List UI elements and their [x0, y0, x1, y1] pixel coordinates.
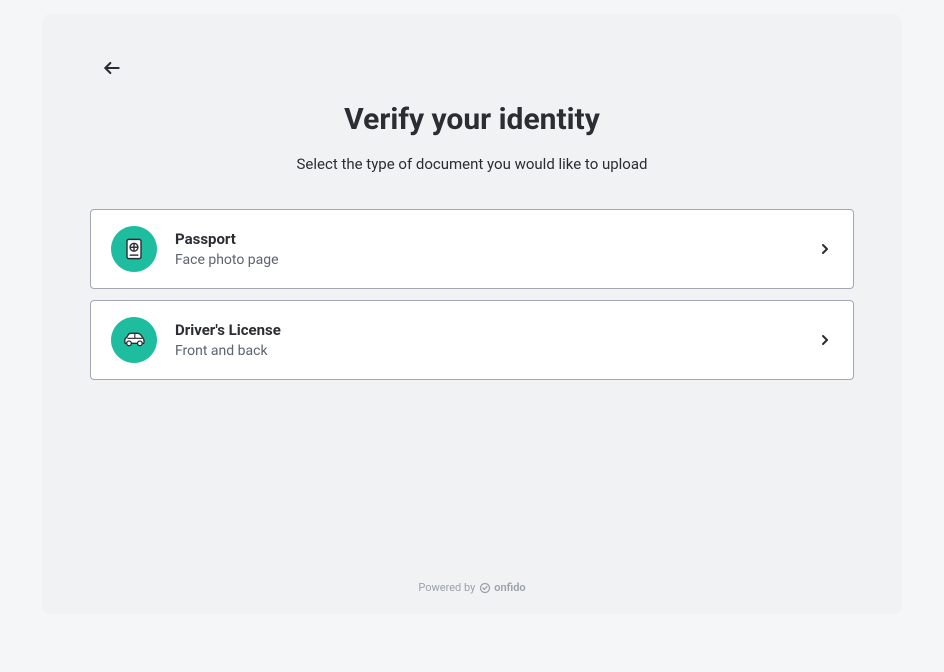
passport-icon	[111, 226, 157, 272]
option-drivers-license-text: Driver's License Front and back	[175, 321, 817, 359]
onfido-logo-icon	[479, 582, 491, 594]
identity-verification-modal: Verify your identity Select the type of …	[42, 14, 902, 614]
page-subtitle: Select the type of document you would li…	[78, 155, 866, 173]
chevron-right-icon	[817, 241, 833, 257]
main-content: Verify your identity Select the type of …	[78, 42, 866, 380]
back-button[interactable]	[98, 54, 126, 82]
document-options-list: Passport Face photo page	[78, 209, 866, 380]
onfido-brand: onfido	[479, 581, 525, 594]
arrow-left-icon	[102, 58, 122, 78]
option-title: Driver's License	[175, 321, 817, 339]
option-description: Face photo page	[175, 252, 817, 268]
option-title: Passport	[175, 230, 817, 248]
option-description: Front and back	[175, 343, 817, 359]
brand-name: onfido	[494, 581, 525, 594]
car-icon	[111, 317, 157, 363]
option-drivers-license[interactable]: Driver's License Front and back	[90, 300, 854, 380]
chevron-right-icon	[817, 332, 833, 348]
powered-by-label: Powered by	[418, 581, 475, 594]
option-passport[interactable]: Passport Face photo page	[90, 209, 854, 289]
page-title: Verify your identity	[78, 102, 866, 137]
footer-attribution: Powered by onfido	[42, 581, 902, 594]
option-passport-text: Passport Face photo page	[175, 230, 817, 268]
